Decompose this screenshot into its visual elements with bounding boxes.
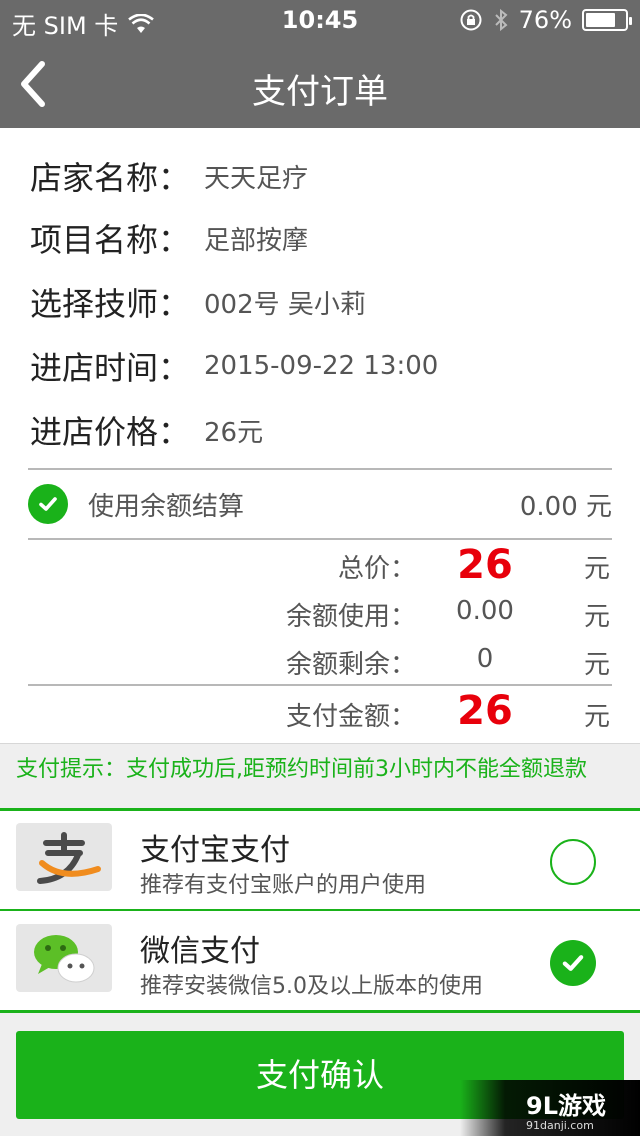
bluetooth-icon [494,8,508,32]
info-value: 002号 吴小莉 [204,289,366,320]
payment-subtitle: 推荐有支付宝账户的用户使用 [140,873,427,898]
info-row-price: 进店价格： 26元 [30,400,263,460]
used-label: 余额使用： [285,602,416,632]
info-label: 进店价格： [30,413,191,451]
battery-icon [582,9,632,31]
wechat-icon [16,924,112,992]
payment-option-alipay[interactable]: 支付宝支付 推荐有支付宝账户的用户使用 [0,811,640,909]
watermark-brand: 9L游戏 [526,1092,606,1120]
info-value: 2015-09-22 13:00 [204,351,439,381]
watermark-logo: 9L游戏 91danji.com [460,1080,640,1136]
info-row-store: 店家名称： 天天足疗 [30,146,308,206]
info-label: 选择技师： [30,285,191,323]
summary-used: 余额使用： 0.00 元 [0,592,640,640]
payment-subtitle: 推荐安装微信5.0及以上版本的使用 [140,974,483,999]
summary-pay: 支付金额： 26 元 [0,688,640,736]
unit-label: 元 [584,554,611,584]
divider [28,468,612,470]
info-row-time: 进店时间： 2015-09-22 13:00 [30,336,438,396]
payment-title: 支付宝支付 [140,833,290,868]
radio-selected-icon[interactable] [550,940,596,986]
payment-title: 微信支付 [140,934,260,969]
balance-amount: 0.00 元 [519,491,612,522]
info-value: 足部按摩 [204,225,309,256]
balance-toggle[interactable]: 使用余额结算 0.00 元 [28,472,612,536]
total-label: 总价： [337,554,416,584]
unit-label: 元 [584,650,611,680]
page-title: 支付订单 [252,72,388,112]
summary-remain: 余额剩余： 0 元 [0,640,640,688]
rotation-lock-icon [460,9,482,31]
divider [0,909,640,911]
used-value: 0.00 [456,596,514,626]
payment-option-wechat[interactable]: 微信支付 推荐安装微信5.0及以上版本的使用 [0,912,640,1010]
info-label: 店家名称： [30,159,191,197]
balance-label: 使用余额结算 [88,491,245,522]
info-value: 26元 [204,417,264,448]
total-value: 26 [457,542,513,588]
radio-unselected-icon[interactable] [550,839,596,885]
remain-label: 余额剩余： [285,650,416,680]
divider [28,538,612,540]
summary-total: 总价： 26 元 [0,542,640,590]
status-right: 76% [459,6,632,34]
unit-label: 元 [584,702,611,732]
pay-label: 支付金额： [285,702,416,732]
nav-bar: 支付订单 [0,40,640,128]
info-row-service: 项目名称： 足部按摩 [30,208,308,268]
divider [28,684,612,686]
watermark-site: 91danji.com [526,1119,594,1132]
alipay-icon [16,823,112,891]
battery-percent: 76% [518,6,572,34]
checkmark-icon[interactable] [28,484,68,524]
battery-fill [586,13,615,27]
info-row-technician: 选择技师： 002号 吴小莉 [30,272,366,332]
info-label: 进店时间： [30,349,191,387]
pay-value: 26 [457,688,513,734]
payment-tip: 支付提示：支付成功后,距预约时间前3小时内不能全额退款 [0,743,640,809]
info-value: 天天足疗 [204,163,309,194]
info-label: 项目名称： [30,221,191,259]
unit-label: 元 [584,602,611,632]
remain-value: 0 [476,644,494,674]
status-bar: 无 SIM 卡 10:45 76% [0,0,640,40]
